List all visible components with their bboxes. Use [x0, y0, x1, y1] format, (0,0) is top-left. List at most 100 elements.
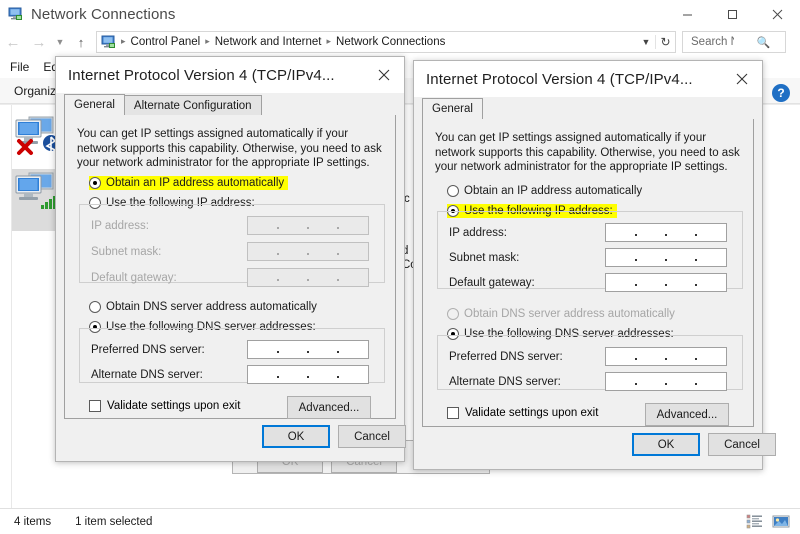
- ip-octet[interactable]: [666, 274, 697, 291]
- label-subnet-mask: Subnet mask:: [91, 246, 162, 258]
- dialog-title: Internet Protocol Version 4 (TCP/IPv4...: [68, 66, 335, 84]
- ip-octet[interactable]: [696, 348, 726, 365]
- ok-button[interactable]: OK: [262, 425, 330, 448]
- close-icon[interactable]: [722, 61, 762, 97]
- ip-octet[interactable]: [278, 366, 309, 383]
- recent-locations-icon[interactable]: ▼: [52, 29, 68, 55]
- breadcrumb-item-network-connections[interactable]: Network Connections: [333, 36, 448, 48]
- ip-octet[interactable]: [636, 348, 667, 365]
- close-icon[interactable]: [364, 57, 404, 93]
- ip-octet: [338, 269, 368, 286]
- tabstrip: General Alternate Configuration: [64, 94, 396, 116]
- ip-address-input[interactable]: [605, 223, 727, 242]
- ip-octet: [278, 269, 309, 286]
- ip-address-input[interactable]: [247, 216, 369, 235]
- chevron-down-icon[interactable]: ▼: [637, 37, 655, 47]
- search-input[interactable]: Search N... 🔍: [682, 31, 786, 53]
- refresh-icon[interactable]: ↻: [655, 35, 675, 49]
- close-icon[interactable]: [755, 0, 800, 28]
- ip-octet[interactable]: [696, 274, 726, 291]
- preferred-dns-input[interactable]: [247, 340, 369, 359]
- ip-octet[interactable]: [636, 224, 667, 241]
- ip-octet[interactable]: [696, 249, 726, 266]
- forward-arrow-icon[interactable]: →: [26, 29, 52, 55]
- default-gateway-input[interactable]: [247, 268, 369, 287]
- tab-general[interactable]: General: [64, 94, 125, 115]
- up-arrow-icon[interactable]: ↑: [68, 29, 94, 55]
- ip-octet: [278, 217, 309, 234]
- ip-octet[interactable]: [278, 341, 309, 358]
- breadcrumb-item-control-panel[interactable]: Control Panel: [128, 36, 204, 48]
- breadcrumb[interactable]: ▸ Control Panel ▸ Network and Internet ▸…: [96, 31, 676, 53]
- ip-octet[interactable]: [666, 348, 697, 365]
- radio-obtain-dns-automatically[interactable]: Obtain DNS server address automatically: [447, 308, 675, 320]
- ip-octet[interactable]: [606, 224, 637, 241]
- cancel-button[interactable]: Cancel: [708, 433, 776, 456]
- label-preferred-dns: Preferred DNS server:: [91, 344, 205, 356]
- details-view-icon[interactable]: [746, 513, 764, 530]
- subnet-mask-input[interactable]: [247, 242, 369, 261]
- back-arrow-icon[interactable]: ←: [0, 29, 26, 55]
- ip-octet[interactable]: [606, 249, 637, 266]
- radio-obtain-ip-automatically[interactable]: Obtain an IP address automatically: [89, 176, 289, 190]
- default-gateway-input[interactable]: [605, 273, 727, 292]
- ip-octet[interactable]: [666, 224, 697, 241]
- label-ip-address: IP address:: [91, 220, 149, 232]
- dialog-body: General Alternate Configuration You can …: [56, 93, 406, 461]
- tab-general[interactable]: General: [422, 98, 483, 119]
- radio-obtain-dns-automatically[interactable]: Obtain DNS server address automatically: [89, 301, 317, 313]
- ip-octet[interactable]: [338, 341, 368, 358]
- tab-page-general: You can get IP settings assigned automat…: [64, 115, 396, 419]
- minimize-icon[interactable]: [665, 0, 710, 28]
- search-input-value: Search N...: [691, 36, 734, 48]
- alternate-dns-input[interactable]: [247, 365, 369, 384]
- dialog-description: You can get IP settings assigned automat…: [77, 128, 382, 169]
- tab-alternate-configuration[interactable]: Alternate Configuration: [123, 95, 262, 115]
- dialog-body: General You can get IP settings assigned…: [414, 97, 776, 469]
- ip-octet[interactable]: [606, 348, 637, 365]
- large-icons-view-icon[interactable]: [772, 513, 790, 530]
- ip-octet: [338, 217, 368, 234]
- advanced-button[interactable]: Advanced...: [645, 403, 729, 426]
- ip-octet: [248, 217, 279, 234]
- preferred-dns-input[interactable]: [605, 347, 727, 366]
- radio-obtain-ip-automatically[interactable]: Obtain an IP address automatically: [447, 185, 642, 197]
- dialog-description: You can get IP settings assigned automat…: [435, 132, 740, 173]
- ip-octet[interactable]: [248, 341, 279, 358]
- ip-octet[interactable]: [308, 341, 339, 358]
- ip-octet[interactable]: [666, 249, 697, 266]
- radio-button-icon: [89, 177, 101, 189]
- toolbar-item-organize[interactable]: Organiz: [14, 84, 56, 98]
- network-connections-icon: [8, 6, 24, 22]
- menu-item-file[interactable]: File: [10, 60, 29, 74]
- help-icon[interactable]: ?: [772, 84, 790, 102]
- radio-button-icon: [447, 308, 459, 320]
- label-default-gateway: Default gateway:: [91, 272, 177, 284]
- ipv4-properties-dialog-left: Internet Protocol Version 4 (TCP/IPv4...…: [55, 56, 406, 462]
- cancel-button[interactable]: Cancel: [338, 425, 406, 448]
- breadcrumb-item-network-and-internet[interactable]: Network and Internet: [212, 36, 325, 48]
- radio-label: Obtain an IP address automatically: [106, 177, 285, 189]
- breadcrumb-network-icon: [101, 34, 117, 50]
- checkbox-validate-settings[interactable]: Validate settings upon exit: [447, 407, 598, 419]
- ip-octet[interactable]: [606, 373, 637, 390]
- subnet-mask-input[interactable]: [605, 248, 727, 267]
- ip-octet[interactable]: [606, 274, 637, 291]
- ip-octet[interactable]: [248, 366, 279, 383]
- ip-octet[interactable]: [696, 224, 726, 241]
- ip-octet: [308, 217, 339, 234]
- tabstrip: General: [422, 98, 754, 120]
- ip-octet[interactable]: [338, 366, 368, 383]
- checkbox-validate-settings[interactable]: Validate settings upon exit: [89, 400, 240, 412]
- ip-octet[interactable]: [636, 249, 667, 266]
- ip-octet[interactable]: [696, 373, 726, 390]
- ip-octet[interactable]: [308, 366, 339, 383]
- ip-octet[interactable]: [636, 373, 667, 390]
- advanced-button[interactable]: Advanced...: [287, 396, 371, 419]
- ip-octet[interactable]: [636, 274, 667, 291]
- alternate-dns-input[interactable]: [605, 372, 727, 391]
- ip-octet[interactable]: [666, 373, 697, 390]
- label-alternate-dns: Alternate DNS server:: [91, 369, 203, 381]
- ok-button[interactable]: OK: [632, 433, 700, 456]
- maximize-icon[interactable]: [710, 0, 755, 28]
